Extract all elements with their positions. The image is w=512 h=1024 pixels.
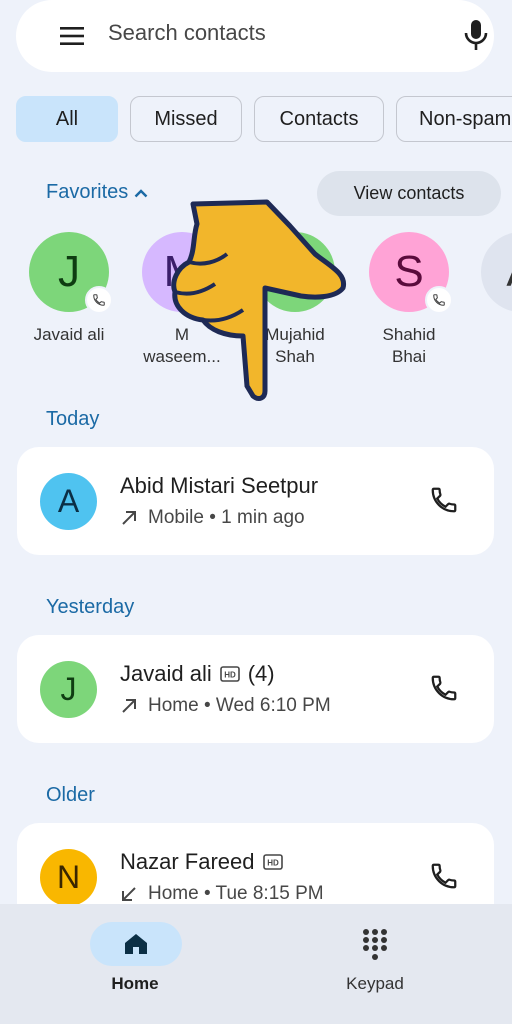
chip-missed[interactable]: Missed [130,96,242,142]
avatar: J [40,661,97,718]
favorites-label: Favorites [46,181,129,203]
call-detail: Home • Tue 8:15 PM [120,883,324,905]
caller-name: Abid Mistari Seetpur [120,473,319,498]
favorites-toggle[interactable]: Favorites [46,181,148,204]
pointing-hand-icon [171,199,347,401]
bottom-navigation: Home Keypad [0,904,512,1024]
chip-all[interactable]: All [16,96,118,142]
nav-home-label[interactable]: Home [75,974,195,994]
caller-name: Nazar Fareed HD [120,849,283,875]
keypad-icon[interactable] [362,928,388,962]
home-icon [125,934,147,954]
caller-name: Javaid ali HD (4) [120,661,275,686]
nav-home-button[interactable] [90,922,182,966]
avatar: J [29,232,113,314]
phone-badge-icon [85,286,113,314]
avatar: S [369,232,453,314]
section-older: Older [46,784,95,806]
call-detail: Mobile • 1 min ago [120,507,305,529]
microphone-icon[interactable] [462,18,490,52]
favorite-contact[interactable]: J Javaid ali [14,232,124,346]
phone-call-icon[interactable] [429,861,459,891]
chip-contacts[interactable]: Contacts [254,96,384,142]
favorite-name: A [466,324,512,346]
phone-call-icon[interactable] [429,673,459,703]
incoming-call-arrow-icon [122,887,136,901]
avatar: A [481,232,512,312]
phone-badge-icon [425,286,453,314]
nav-keypad-label[interactable]: Keypad [315,974,435,994]
svg-text:HD: HD [267,859,279,868]
search-input[interactable]: Search contacts [108,20,266,46]
favorite-contact[interactable]: S Shahid Bhai [354,232,464,368]
menu-icon[interactable] [58,22,86,50]
favorite-contact[interactable]: A A [466,232,512,346]
avatar: N [40,849,97,906]
section-yesterday: Yesterday [46,596,135,618]
favorite-name: Javaid ali [33,325,105,344]
svg-text:HD: HD [224,671,236,680]
outgoing-call-arrow-icon [122,511,136,525]
phone-call-icon[interactable] [429,485,459,515]
call-detail: Home • Wed 6:10 PM [120,695,331,717]
hd-icon: HD [219,666,240,682]
favorite-name: Shahid Bhai [382,325,436,366]
call-log-item[interactable]: J Javaid ali HD (4) Home • Wed 6:10 PM [17,635,494,743]
filter-chips: All Missed Contacts Non-spam [16,96,512,142]
section-today: Today [46,408,100,430]
chip-non-spam[interactable]: Non-spam [396,96,512,142]
search-bar[interactable]: Search contacts [16,0,494,72]
chevron-up-icon [134,188,148,197]
avatar: A [40,473,97,530]
call-log-item[interactable]: A Abid Mistari Seetpur Mobile • 1 min ag… [17,447,494,555]
hd-icon: HD [262,854,283,870]
outgoing-call-arrow-icon [122,699,136,713]
